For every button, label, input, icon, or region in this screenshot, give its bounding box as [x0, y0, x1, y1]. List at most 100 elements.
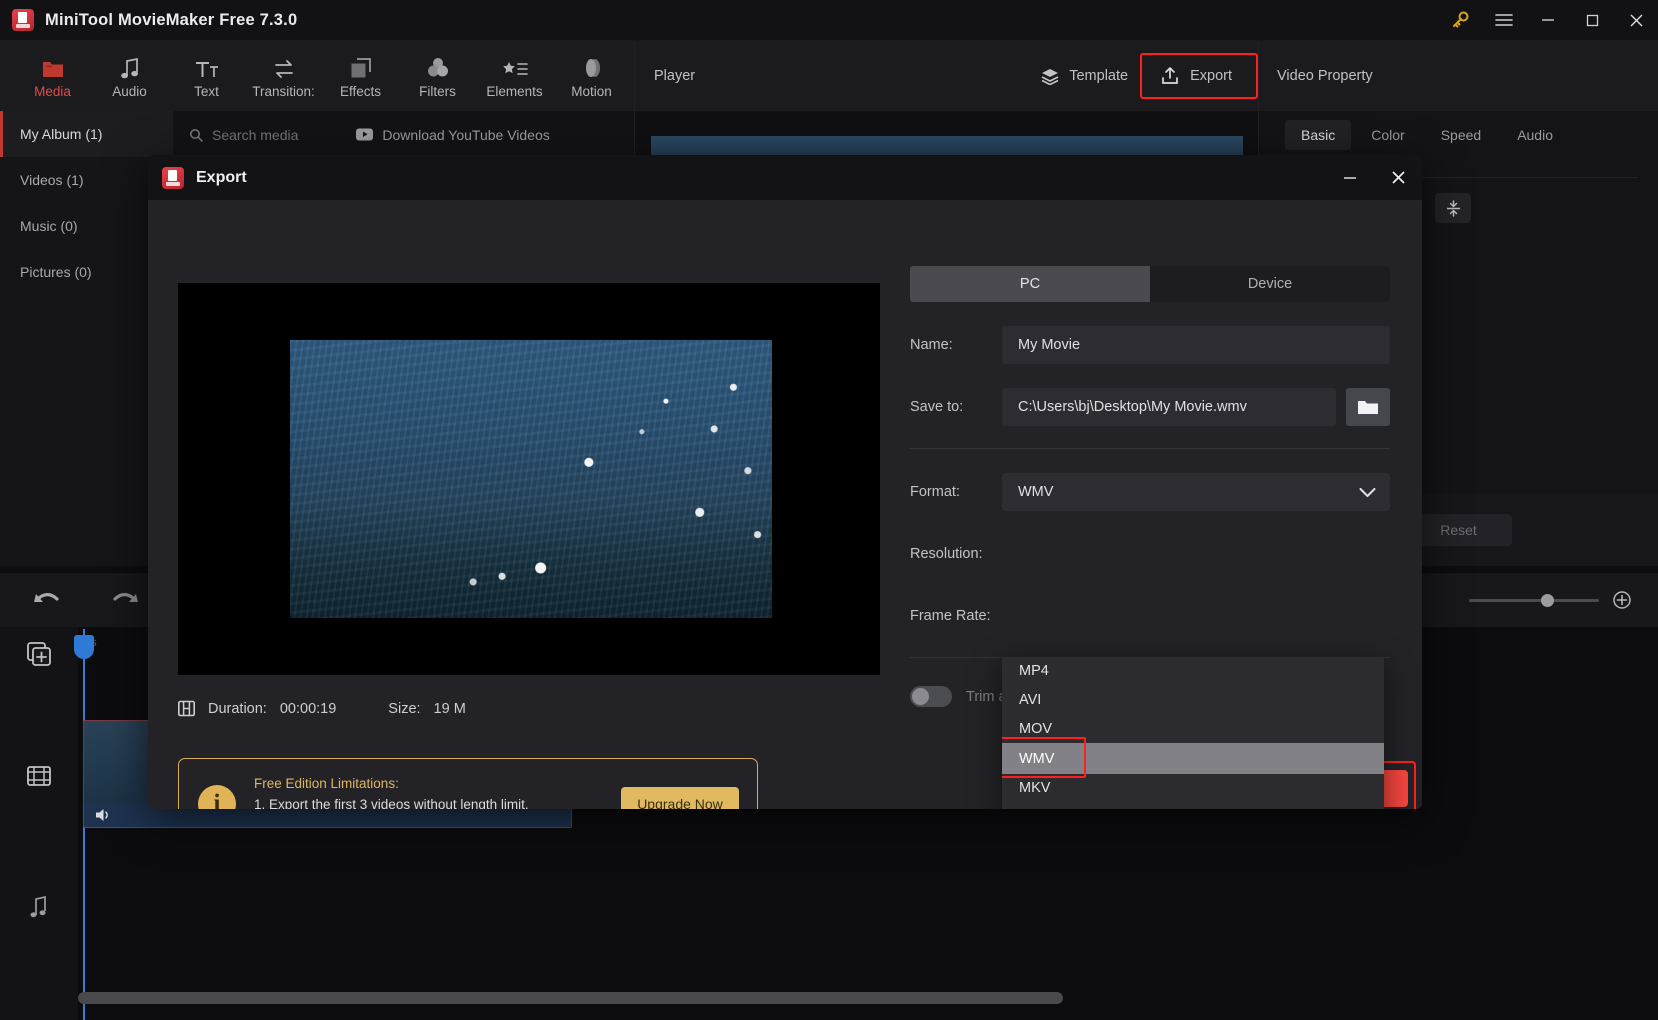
size-value: 19 M: [433, 700, 466, 717]
template-button[interactable]: Template: [1028, 41, 1140, 111]
close-icon[interactable]: [1614, 0, 1658, 41]
timeline-hscrollbar-thumb[interactable]: [78, 992, 1063, 1004]
search-icon: [189, 128, 203, 142]
sidebar-item-label: My Album (1): [20, 126, 103, 142]
tab-color[interactable]: Color: [1355, 120, 1420, 150]
ribbon-label: Filters: [419, 83, 456, 99]
option-label: MOV: [1019, 720, 1053, 737]
format-option-avi[interactable]: AVI: [1002, 686, 1384, 715]
format-option-mp4[interactable]: MP4: [1002, 657, 1384, 686]
player-header: Player Template Export: [634, 41, 1259, 111]
ribbon-item-effects[interactable]: Effects: [322, 41, 399, 111]
format-option-mov[interactable]: MOV: [1002, 714, 1384, 743]
dialog-minimize-icon[interactable]: [1326, 155, 1374, 200]
zoom-in-plus-icon[interactable]: [1612, 590, 1632, 610]
format-option-wmv[interactable]: WMV: [1002, 737, 1384, 779]
trim-toggle[interactable]: [910, 686, 952, 707]
tab-basic[interactable]: Basic: [1285, 120, 1352, 150]
save-to-row: Save to: C:\Users\bj\Desktop\My Movie.wm…: [910, 388, 1390, 426]
hamburger-icon[interactable]: [1482, 0, 1526, 41]
app-root: MiniTool MovieMaker Free 7.3.0 Media Aud…: [0, 0, 1658, 1020]
preview-thumbnail: [290, 340, 772, 618]
name-row: Name: My Movie: [910, 326, 1390, 364]
option-label: AVI: [1019, 692, 1042, 709]
download-youtube-button[interactable]: Download YouTube Videos: [356, 126, 550, 143]
flip-vertical-icon: [1445, 199, 1462, 217]
duration-value: 00:00:19: [279, 700, 337, 717]
redo-arrow-icon[interactable]: [110, 588, 140, 612]
size-label: Size:: [388, 700, 421, 717]
upgrade-label: Upgrade Now: [637, 796, 723, 809]
window-controls: [1438, 0, 1658, 41]
tab-pc[interactable]: PC: [910, 266, 1150, 302]
playhead-handle[interactable]: [74, 635, 94, 659]
option-label: MKV: [1019, 780, 1051, 797]
key-icon[interactable]: [1438, 0, 1482, 41]
player-actions: Template Export: [1028, 41, 1259, 111]
tab-device[interactable]: Device: [1150, 266, 1390, 302]
flip-vertical-button[interactable]: [1435, 193, 1471, 223]
sidebar-item-music[interactable]: Music (0): [0, 203, 172, 249]
export-ribbon-button[interactable]: Export: [1140, 41, 1259, 111]
format-select[interactable]: WMV: [1002, 473, 1390, 511]
resolution-row: Resolution:: [910, 535, 1390, 573]
template-label: Template: [1069, 68, 1129, 84]
format-dropdown-list[interactable]: MP4 AVI MOV WMV MKV WEBM GIF MP3: [1002, 657, 1384, 809]
zoom-slider[interactable]: [1469, 593, 1599, 607]
tab-speed[interactable]: Speed: [1425, 120, 1497, 150]
dialog-close-icon[interactable]: [1374, 155, 1422, 200]
reset-label: Reset: [1440, 522, 1477, 538]
format-option-mkv[interactable]: MKV: [1002, 774, 1384, 803]
download-youtube-label: Download YouTube Videos: [382, 126, 550, 143]
search-placeholder: Search media: [212, 126, 299, 143]
audio-track-music-note-icon[interactable]: [24, 892, 54, 922]
film-strip-icon[interactable]: [24, 761, 54, 791]
trim-toggle-knob: [912, 688, 929, 705]
ribbon-label: Motion: [571, 83, 612, 99]
info-circle-icon: i: [198, 785, 236, 809]
limitations-heading: Free Edition Limitations:: [254, 775, 399, 791]
maximize-icon[interactable]: [1570, 0, 1614, 41]
property-tabs: Basic Color Speed Audio: [1259, 111, 1658, 159]
add-media-icon[interactable]: [24, 639, 54, 669]
save-to-label: Save to:: [910, 399, 964, 415]
export-ribbon-label: Export: [1190, 68, 1232, 84]
timeline-zoom-control: [1469, 590, 1632, 610]
elements-star-list-icon: [502, 54, 528, 80]
name-input[interactable]: My Movie: [1002, 326, 1390, 364]
minimize-icon[interactable]: [1526, 0, 1570, 41]
save-to-input[interactable]: C:\Users\bj\Desktop\My Movie.wmv: [1002, 388, 1336, 426]
sidebar-item-label: Videos (1): [20, 172, 84, 188]
ribbon-item-transition[interactable]: Transition:: [245, 41, 322, 111]
tool-ribbon: Media Audio Text Transition: Effects Fil…: [0, 41, 634, 111]
ribbon-item-media[interactable]: Media: [14, 41, 91, 111]
tab-audio[interactable]: Audio: [1501, 120, 1569, 150]
ribbon-item-audio[interactable]: Audio: [91, 41, 168, 111]
sidebar-item-videos[interactable]: Videos (1): [0, 157, 172, 203]
undo-arrow-icon[interactable]: [32, 588, 62, 612]
tab-label: Basic: [1301, 127, 1336, 143]
timeline-hscrollbar[interactable]: [78, 992, 1652, 1004]
ribbon-item-motion[interactable]: Motion: [553, 41, 630, 111]
format-option-webm[interactable]: WEBM: [1002, 803, 1384, 809]
music-note-icon: [119, 54, 141, 80]
layers-icon: [1040, 67, 1060, 85]
ribbon-item-filters[interactable]: Filters: [399, 41, 476, 111]
app-title: MiniTool MovieMaker Free 7.3.0: [45, 10, 298, 29]
film-frame-icon: [178, 700, 195, 717]
ribbon-item-elements[interactable]: Elements: [476, 41, 553, 111]
search-media-input[interactable]: Search media: [189, 127, 298, 143]
folder-browse-icon[interactable]: [1346, 388, 1390, 426]
speaker-icon[interactable]: [94, 807, 112, 823]
sidebar-item-my-album[interactable]: My Album (1): [0, 111, 172, 157]
ribbon-item-text[interactable]: Text: [168, 41, 245, 111]
zoom-slider-knob[interactable]: [1541, 593, 1554, 607]
upgrade-now-button[interactable]: Upgrade Now: [621, 787, 739, 809]
export-dialog: Export Duration: 00:00:19 Size: 19 M PC …: [148, 155, 1422, 809]
property-title: Video Property: [1277, 68, 1373, 84]
sidebar-item-pictures[interactable]: Pictures (0): [0, 249, 172, 295]
option-label: WMV: [1019, 750, 1055, 767]
resolution-label: Resolution:: [910, 546, 983, 562]
export-meta-row: Duration: 00:00:19 Size: 19 M: [178, 700, 466, 717]
timeline-track-headers: [0, 627, 78, 1020]
